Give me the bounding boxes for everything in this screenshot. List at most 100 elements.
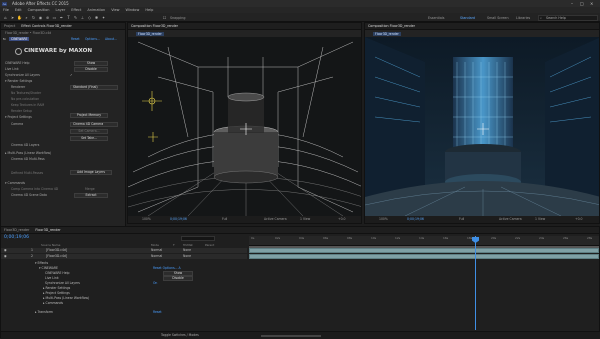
snapping-checkbox-icon[interactable]: ☐ bbox=[162, 15, 167, 20]
multi-pass-group[interactable]: ▸ Multi-Pass (Linear Workflow) bbox=[5, 151, 51, 156]
sync-layers-label: Synchronize All Layers bbox=[5, 73, 40, 77]
eraser-tool-icon[interactable]: ◇ bbox=[87, 15, 92, 20]
tab-comp-right[interactable]: Composition Floor3D_render bbox=[368, 23, 415, 29]
col-source-name[interactable]: Source Name bbox=[41, 243, 60, 247]
zoom-slider[interactable] bbox=[261, 335, 321, 337]
camera-tool-icon[interactable]: ◉ bbox=[38, 15, 43, 20]
layer-mode[interactable]: Normal bbox=[151, 254, 162, 259]
zoom-level-left[interactable]: 100% bbox=[142, 216, 151, 223]
project-memory-button[interactable]: Project Memory bbox=[70, 113, 108, 118]
time-ruler[interactable]: 0s 02s 04s 06s 08s 10s 12s 14s 16s 18s 2… bbox=[249, 236, 599, 246]
ruler-tick: 18s bbox=[467, 236, 473, 240]
resolution-left[interactable]: Full bbox=[222, 216, 227, 223]
prop-transform-reset[interactable]: Reset bbox=[153, 310, 162, 315]
clone-stamp-tool-icon[interactable]: ⊥ bbox=[80, 15, 85, 20]
effect-reset-link[interactable]: Reset bbox=[71, 37, 80, 41]
layer-bar-1[interactable] bbox=[249, 248, 599, 253]
active-camera-right[interactable]: Active Camera bbox=[499, 216, 522, 223]
exposure-right[interactable]: +0.0 bbox=[575, 216, 583, 223]
timeline-search-input[interactable] bbox=[181, 236, 215, 241]
timecode-left[interactable]: 0;00;19;06 bbox=[170, 216, 187, 223]
views-left[interactable]: 1 View bbox=[300, 216, 310, 223]
wireframe-scene[interactable] bbox=[128, 37, 362, 216]
set-take-button[interactable]: Set Take... bbox=[70, 136, 108, 141]
cineware-logo: CINEWARE by MAXON bbox=[15, 47, 95, 56]
effect-about-link[interactable]: About... bbox=[105, 37, 117, 41]
prop-disable-button[interactable]: Disable bbox=[163, 276, 193, 281]
comp-right-label[interactable]: Floor3D_render bbox=[373, 32, 401, 36]
tab-effect-controls[interactable]: Effect Controls Floor3D_render bbox=[21, 23, 72, 29]
disable-button[interactable]: Disable bbox=[74, 67, 108, 72]
pen-tool-icon[interactable]: ✒ bbox=[59, 15, 64, 20]
home-icon[interactable]: ⌂ bbox=[3, 15, 8, 20]
views-right[interactable]: 1 View bbox=[535, 216, 545, 223]
search-help-input[interactable]: ⌕ Search Help bbox=[538, 14, 598, 21]
selection-tool-icon[interactable]: ➤ bbox=[10, 15, 15, 20]
project-settings-group[interactable]: ▾ Project Settings bbox=[5, 115, 32, 120]
fx-toggle-icon[interactable]: fx bbox=[3, 37, 6, 41]
show-button[interactable]: Show bbox=[74, 61, 108, 66]
layer-mode[interactable]: Normal bbox=[151, 248, 162, 253]
layer-parent[interactable]: None bbox=[183, 254, 191, 259]
comp-camera-label: Comp Camera into Cinema 4D bbox=[11, 187, 59, 191]
cineware-logo-icon bbox=[15, 48, 22, 55]
renderer-label: Renderer bbox=[11, 85, 26, 89]
workspace-libraries[interactable]: Libraries bbox=[516, 15, 530, 21]
close-button[interactable]: × bbox=[590, 0, 593, 7]
col-parent[interactable]: Parent bbox=[205, 243, 214, 247]
sync-layers-checkbox[interactable]: ✓ bbox=[70, 73, 73, 78]
rectangle-tool-icon[interactable]: ▭ bbox=[52, 15, 57, 20]
add-image-layers-button[interactable]: Add Image Layers bbox=[70, 170, 112, 175]
tab-comp-left[interactable]: Composition Floor3D_render bbox=[131, 23, 178, 29]
workspace-standard[interactable]: Standard bbox=[460, 15, 475, 21]
prop-commands[interactable]: ▸ Commands bbox=[43, 301, 63, 306]
col-trkmat[interactable]: TrkMat bbox=[183, 243, 193, 247]
extract-button[interactable]: Extract bbox=[74, 193, 108, 198]
layer-row-1[interactable]: ◉ 1 [Floor3D.c4d] Normal None bbox=[1, 248, 247, 253]
layer-bar-2[interactable] bbox=[249, 254, 599, 259]
comp-left-label[interactable]: Floor3D_render bbox=[136, 32, 164, 36]
zoom-tool-icon[interactable]: ⌕ bbox=[24, 15, 29, 20]
timeline-timecode[interactable]: 0;00;19;06 bbox=[4, 235, 29, 240]
renderer-dropdown[interactable]: Standard (Final) bbox=[70, 85, 118, 90]
cineware-logo-text: CINEWARE by MAXON bbox=[24, 48, 93, 54]
col-t[interactable]: T bbox=[173, 243, 175, 247]
tab-timeline-2[interactable]: Floor3D_render bbox=[35, 227, 60, 233]
puppet-tool-icon[interactable]: ✦ bbox=[101, 15, 106, 20]
zoom-level-right[interactable]: 100% bbox=[379, 216, 388, 223]
prop-transform[interactable]: ▸ Transform bbox=[35, 310, 53, 315]
tab-project[interactable]: Project bbox=[4, 23, 15, 29]
tab-timeline-1[interactable]: Floor3D_render bbox=[4, 227, 29, 233]
exposure-left[interactable]: +0.0 bbox=[338, 216, 346, 223]
commands-group[interactable]: ▾ Commands bbox=[5, 181, 25, 186]
toggle-switches-modes[interactable]: Toggle Switches / Modes bbox=[161, 333, 199, 337]
rendered-scene[interactable] bbox=[365, 37, 600, 216]
effect-options-link[interactable]: Options... bbox=[85, 37, 100, 41]
ruler-tick: 16s bbox=[443, 236, 449, 240]
set-camera-button[interactable]: Set Camera... bbox=[70, 129, 108, 134]
active-camera-left[interactable]: Active Camera bbox=[264, 216, 287, 223]
brush-tool-icon[interactable]: ✎ bbox=[73, 15, 78, 20]
type-tool-icon[interactable]: T bbox=[66, 15, 71, 20]
camera-dropdown[interactable]: Cinema 4D Camera bbox=[70, 122, 118, 127]
pan-behind-tool-icon[interactable]: ⊕ bbox=[45, 15, 50, 20]
render-settings-group[interactable]: ▾ Render Settings bbox=[5, 79, 32, 84]
playhead[interactable] bbox=[475, 236, 476, 330]
minimize-button[interactable]: – bbox=[571, 0, 573, 7]
maximize-button[interactable]: □ bbox=[580, 0, 584, 7]
workspace-essentials[interactable]: Essentials bbox=[428, 15, 445, 21]
col-mode[interactable]: Mode bbox=[151, 243, 159, 247]
eye-icon[interactable]: ◉ bbox=[4, 248, 7, 253]
timecode-right[interactable]: 0;00;19;06 bbox=[407, 216, 424, 223]
hand-tool-icon[interactable]: ✋ bbox=[17, 15, 22, 20]
eye-icon[interactable]: ◉ bbox=[4, 254, 7, 259]
resolution-right[interactable]: Full bbox=[459, 216, 464, 223]
prop-sync-value[interactable]: On bbox=[153, 281, 157, 286]
workspace-small-screen[interactable]: Small Screen bbox=[487, 15, 509, 21]
layer-row-2[interactable]: ◉ 2 [Floor3D.c4d] Normal None bbox=[1, 254, 247, 259]
rotate-tool-icon[interactable]: ↻ bbox=[31, 15, 36, 20]
keep-textures-label: Keep Textures in RAM bbox=[11, 103, 45, 107]
layer-parent[interactable]: None bbox=[183, 248, 191, 253]
merge-value[interactable]: Merge bbox=[85, 187, 95, 192]
roto-brush-tool-icon[interactable]: ✱ bbox=[94, 15, 99, 20]
